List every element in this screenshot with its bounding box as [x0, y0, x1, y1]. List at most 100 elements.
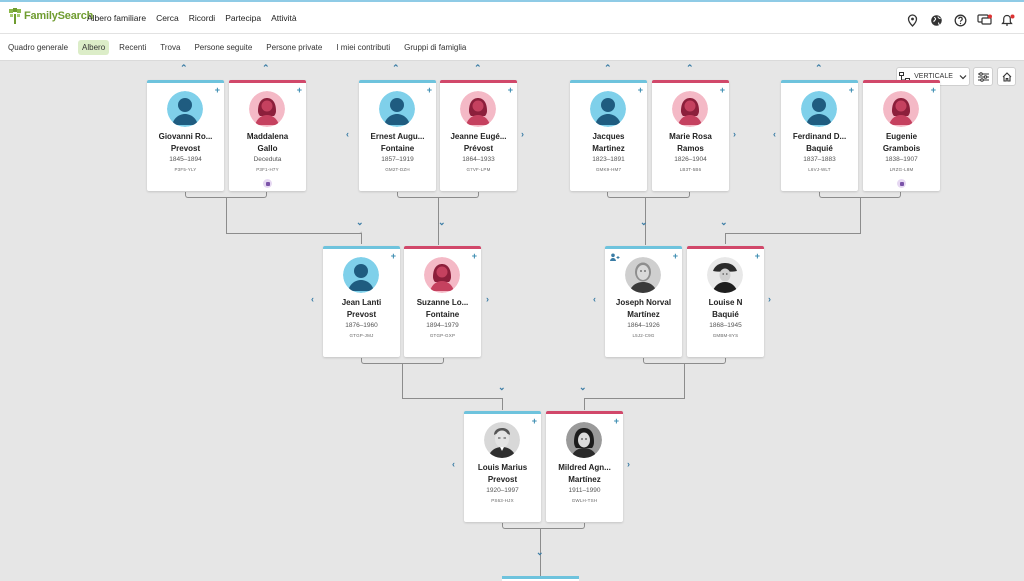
- person-surname: Ramos: [677, 144, 704, 153]
- person-card-eugenie-grambois[interactable]: + Eugenie Grambois 1838–1907 LRZG-L8M: [863, 80, 940, 191]
- add-person-icon[interactable]: +: [638, 86, 643, 95]
- person-card-louis-prevost[interactable]: + Louis Marius Prevost 1920–1997 PS63-HJ…: [464, 411, 541, 522]
- expand-children-chevron[interactable]: ⌄: [536, 548, 544, 557]
- familysearch-logo[interactable]: FamilySearch: [8, 8, 93, 24]
- subnav-recenti[interactable]: Recenti: [115, 40, 150, 55]
- add-person-icon[interactable]: +: [508, 86, 513, 95]
- next-spouse-chevron[interactable]: ›: [733, 130, 736, 139]
- expand-children-chevron[interactable]: ⌄: [498, 383, 506, 392]
- add-person-icon[interactable]: +: [931, 86, 936, 95]
- person-card-maddalena-gallo[interactable]: + Maddalena Gallo Deceduta P3F1-H7Y: [229, 80, 306, 191]
- expand-children-chevron[interactable]: ⌄: [640, 218, 648, 227]
- expand-ancestors-chevron[interactable]: ⌃: [262, 64, 270, 73]
- person-card-suzanne-fontaine[interactable]: + Suzanne Lo... Fontaine 1894–1979 GTGP-…: [404, 246, 481, 357]
- connector: [725, 233, 726, 244]
- help-icon[interactable]: [952, 12, 968, 28]
- person-id: GWLH-TSH: [571, 498, 598, 503]
- next-spouse-chevron[interactable]: ›: [521, 130, 524, 139]
- previous-spouse-chevron[interactable]: ‹: [593, 295, 596, 304]
- previous-spouse-chevron[interactable]: ‹: [311, 295, 314, 304]
- expand-ancestors-chevron[interactable]: ⌃: [392, 64, 400, 73]
- female-avatar-icon: [672, 91, 708, 127]
- notifications-icon[interactable]: [1000, 12, 1016, 28]
- person-card-mildred-martinez[interactable]: + Mildred Agn... Martínez 1911–1990 GWLH…: [546, 411, 623, 522]
- person-dates: 1823–1891: [592, 156, 625, 163]
- relationship-icon[interactable]: [610, 253, 620, 261]
- next-spouse-chevron[interactable]: ›: [768, 295, 771, 304]
- expand-ancestors-chevron[interactable]: ⌃: [604, 64, 612, 73]
- messages-icon[interactable]: [976, 12, 992, 28]
- subnav-persone-seguite[interactable]: Persone seguite: [190, 40, 256, 55]
- add-person-icon[interactable]: +: [427, 86, 432, 95]
- add-person-icon[interactable]: +: [849, 86, 854, 95]
- expand-ancestors-chevron[interactable]: ⌃: [474, 64, 482, 73]
- add-person-icon[interactable]: +: [391, 252, 396, 261]
- nav-attivita[interactable]: Attività: [271, 13, 297, 23]
- person-card-jeanne-prevost[interactable]: + Jeanne Eugé... Prévost 1864–1933 G7VF-…: [440, 80, 517, 191]
- top-bar: FamilySearch Albero familiare Cerca Rico…: [0, 0, 1024, 34]
- add-person-icon[interactable]: +: [215, 86, 220, 95]
- person-dates: 1837–1883: [803, 156, 836, 163]
- person-dates: 1838–1907: [885, 156, 918, 163]
- add-person-icon[interactable]: +: [472, 252, 477, 261]
- connector: [860, 198, 861, 234]
- nav-albero-familiare[interactable]: Albero familiare: [87, 13, 146, 23]
- female-avatar-icon: [460, 91, 496, 127]
- temple-ordinance-icon[interactable]: [263, 179, 272, 188]
- person-card-ferdinand-baquie[interactable]: + Ferdinand D... Baquié 1837–1883 L6VJ-W…: [781, 80, 858, 191]
- add-person-icon[interactable]: +: [720, 86, 725, 95]
- subnav-quadro-generale[interactable]: Quadro generale: [4, 40, 72, 55]
- expand-children-chevron[interactable]: ⌄: [356, 218, 364, 227]
- expand-children-chevron[interactable]: ⌄: [579, 383, 587, 392]
- nav-ricordi[interactable]: Ricordi: [189, 13, 215, 23]
- next-spouse-chevron[interactable]: ›: [627, 460, 630, 469]
- person-surname: Fontaine: [380, 144, 415, 153]
- add-person-icon[interactable]: +: [755, 252, 760, 261]
- expand-ancestors-chevron[interactable]: ⌃: [815, 64, 823, 73]
- subnav-gruppi-famiglia[interactable]: Gruppi di famiglia: [400, 40, 470, 55]
- add-person-icon[interactable]: +: [297, 86, 302, 95]
- subnav-persone-private[interactable]: Persone private: [262, 40, 326, 55]
- add-person-icon[interactable]: +: [614, 417, 619, 426]
- male-avatar-icon: [801, 91, 837, 127]
- subnav-albero[interactable]: Albero: [78, 40, 110, 55]
- expand-children-chevron[interactable]: ⌄: [438, 218, 446, 227]
- person-dates: 1864–1933: [462, 156, 495, 163]
- person-given-name: Marie Rosa: [669, 132, 712, 141]
- location-pin-icon[interactable]: [904, 12, 920, 28]
- person-id: L5J2-C9G: [632, 333, 655, 338]
- person-card-ernest-fontaine[interactable]: + Ernest Augu... Fontaine 1857–1919 GM2T…: [359, 80, 436, 191]
- expand-ancestors-chevron[interactable]: ⌃: [180, 64, 188, 73]
- previous-spouse-chevron[interactable]: ‹: [452, 460, 455, 469]
- subnav-miei-contributi[interactable]: I miei contributi: [332, 40, 394, 55]
- person-card-marie-ramos[interactable]: + Marie Rosa Ramos 1826–1904 LB3T-5B6: [652, 80, 729, 191]
- previous-spouse-chevron[interactable]: ‹: [773, 130, 776, 139]
- person-card-jacques-martinez[interactable]: + Jacques Martinez 1823–1891 GMK9-HM7: [570, 80, 647, 191]
- top-icons: [904, 12, 1016, 28]
- person-card-jean-prevost[interactable]: + Jean Lanti Prevost 1876–1960 GTGP-JMJ: [323, 246, 400, 357]
- expand-ancestors-chevron[interactable]: ⌃: [686, 64, 694, 73]
- person-card-louise-baquie[interactable]: + Louise N Baquié 1868–1945 GMBM-8YS: [687, 246, 764, 357]
- person-id: GM2T-DZH: [385, 167, 410, 172]
- connector: [226, 198, 362, 234]
- person-dates: 1876–1960: [345, 322, 378, 329]
- previous-spouse-chevron[interactable]: ‹: [346, 130, 349, 139]
- person-surname: Fontaine: [425, 310, 460, 319]
- globe-icon[interactable]: [928, 12, 944, 28]
- expand-children-chevron[interactable]: ⌄: [720, 218, 728, 227]
- add-person-icon[interactable]: +: [532, 417, 537, 426]
- temple-ordinance-icon[interactable]: [897, 179, 906, 188]
- person-card-giovanni-prevost[interactable]: + Giovanni Ro... Prevost 1845–1894 P3F5-…: [147, 80, 224, 191]
- person-given-name: Louis Marius: [477, 463, 528, 472]
- person-dates: 1857–1919: [381, 156, 414, 163]
- connector: [226, 198, 227, 233]
- next-spouse-chevron[interactable]: ›: [486, 295, 489, 304]
- person-given-name: Jacques: [592, 132, 625, 141]
- subnav-trova[interactable]: Trova: [156, 40, 184, 55]
- nav-partecipa[interactable]: Partecipa: [225, 13, 261, 23]
- nav-cerca[interactable]: Cerca: [156, 13, 179, 23]
- person-photo-joseph: [625, 257, 661, 293]
- person-card-joseph-martinez[interactable]: + Joseph Norval Martínez 1864–1926 L5J2-…: [605, 246, 682, 357]
- add-person-icon[interactable]: +: [673, 252, 678, 261]
- child-card-peek[interactable]: [502, 576, 579, 581]
